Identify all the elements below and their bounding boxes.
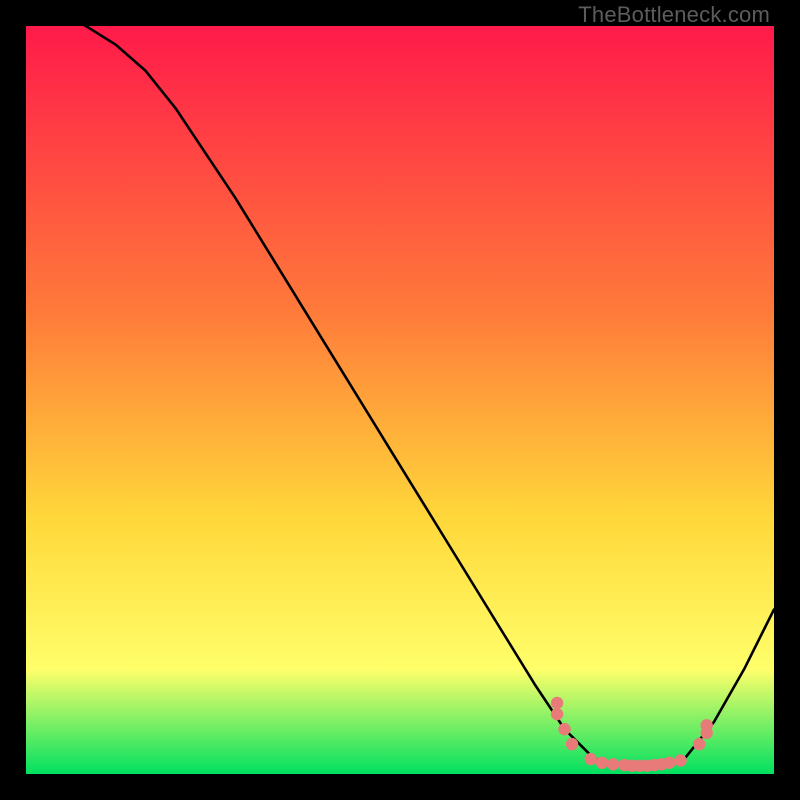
- marker-point: [585, 753, 597, 765]
- marker-point: [566, 738, 578, 750]
- gradient-background: [26, 26, 774, 774]
- marker-point: [663, 757, 675, 769]
- marker-point: [551, 708, 563, 720]
- marker-point: [693, 738, 705, 750]
- chart-frame: [26, 26, 774, 774]
- watermark-text: TheBottleneck.com: [578, 2, 770, 28]
- marker-point: [596, 757, 608, 769]
- marker-point: [700, 719, 712, 731]
- marker-point: [674, 754, 686, 766]
- bottleneck-chart: [26, 26, 774, 774]
- marker-point: [558, 723, 570, 735]
- marker-point: [607, 758, 619, 770]
- marker-point: [551, 697, 563, 709]
